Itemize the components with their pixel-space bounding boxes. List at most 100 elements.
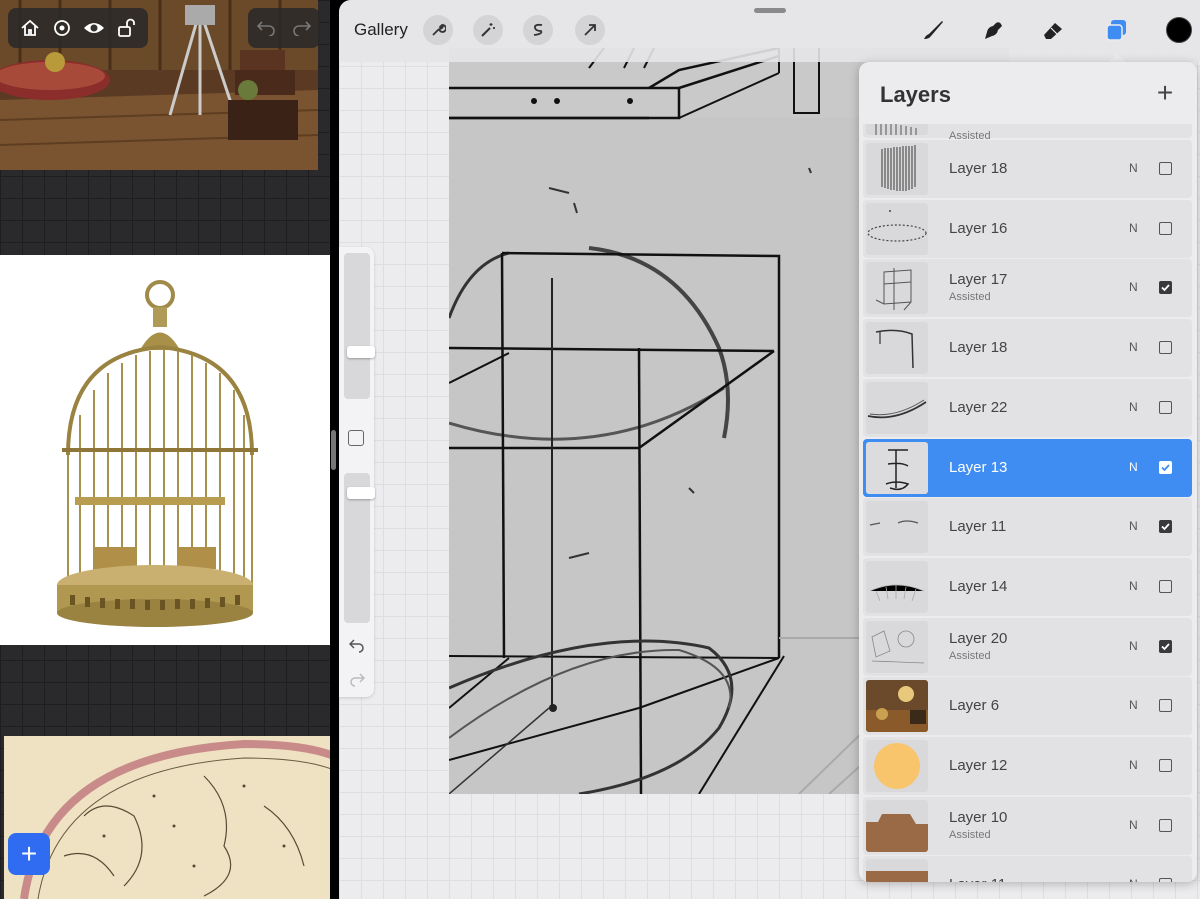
layer-thumbnail[interactable]	[866, 799, 928, 852]
layer-blend-mode[interactable]: N	[1129, 400, 1138, 414]
reference-history-toolbar	[248, 8, 320, 48]
layer-blend-mode[interactable]: N	[1129, 579, 1138, 593]
layer-thumbnail[interactable]	[866, 202, 928, 255]
unlock-icon[interactable]	[113, 15, 139, 41]
reference-image-birdcage[interactable]	[0, 255, 330, 645]
layer-row[interactable]: Layer 12 N	[863, 737, 1192, 795]
layer-thumbnail[interactable]	[866, 322, 928, 375]
settings-icon[interactable]	[49, 15, 75, 41]
layers-list[interactable]: Assisted Layer 18 N Layer 16 N Layer 17 Assis…	[863, 124, 1193, 882]
reference-pane[interactable]: +	[0, 0, 330, 899]
eye-icon[interactable]	[81, 15, 107, 41]
layer-row[interactable]: Layer 18 N	[863, 140, 1192, 198]
layer-thumbnail[interactable]	[866, 680, 928, 733]
layer-row[interactable]: Layer 10 Assisted N	[863, 796, 1192, 855]
layer-blend-mode[interactable]: N	[1129, 161, 1138, 175]
reference-toolbar	[8, 8, 148, 48]
layer-visibility-checkbox[interactable]	[1159, 699, 1172, 713]
layer-name: Layer 6	[949, 697, 1000, 715]
layer-subtitle: Assisted	[949, 649, 991, 662]
transform-arrow-icon[interactable]	[575, 15, 605, 45]
layer-thumbnail[interactable]	[866, 740, 928, 792]
layer-blend-mode[interactable]: N	[1129, 519, 1138, 533]
layer-blend-mode[interactable]: N	[1129, 818, 1138, 832]
layer-thumbnail[interactable]	[866, 143, 928, 195]
layer-thumbnail[interactable]	[866, 501, 928, 554]
layer-visibility-checkbox[interactable]	[1159, 162, 1172, 175]
home-icon[interactable]	[17, 15, 43, 41]
layer-row[interactable]: Layer 18 N	[863, 319, 1192, 378]
add-layer-button[interactable]: +	[1152, 79, 1178, 107]
redo-icon[interactable]	[348, 671, 366, 689]
layer-name: Layer 11	[949, 518, 1007, 536]
gallery-button[interactable]: Gallery	[354, 20, 408, 40]
undo-icon[interactable]	[253, 15, 279, 41]
layer-name: Layer 17	[949, 271, 1008, 289]
layer-name: Layer 16	[949, 219, 1008, 237]
layer-name: Layer 20	[949, 629, 1008, 647]
layer-row[interactable]: Layer 11 N	[863, 856, 1192, 882]
layer-name: Layer 18	[949, 339, 1008, 357]
layer-blend-mode[interactable]: N	[1129, 639, 1138, 653]
layer-row[interactable]: Layer 20 Assisted N	[863, 617, 1192, 676]
layer-row[interactable]: Layer 22 N	[863, 378, 1192, 437]
layer-visibility-checkbox[interactable]	[1159, 221, 1172, 235]
layer-visibility-checkbox[interactable]	[1159, 400, 1172, 414]
brush-sidebar	[339, 247, 375, 697]
layer-thumbnail[interactable]	[866, 381, 928, 434]
magic-wand-icon[interactable]	[473, 15, 503, 45]
layer-thumbnail[interactable]	[866, 441, 928, 494]
window-grabber[interactable]	[754, 8, 786, 13]
layer-row[interactable]: Layer 17 Assisted N	[863, 259, 1192, 318]
layer-visibility-checkbox[interactable]	[1159, 818, 1172, 832]
layer-visibility-checkbox[interactable]	[1159, 759, 1172, 772]
add-reference-button[interactable]: +	[8, 833, 50, 875]
layer-visibility-checkbox[interactable]	[1159, 639, 1172, 653]
modify-square-icon[interactable]	[348, 430, 364, 446]
layer-blend-mode[interactable]: N	[1129, 698, 1138, 712]
layer-name: Layer 11	[949, 876, 1006, 882]
layer-blend-mode[interactable]: N	[1129, 877, 1138, 882]
layer-row[interactable]: Layer 11 N	[863, 498, 1192, 557]
layer-row[interactable]: Layer 13 N	[863, 438, 1192, 497]
brush-icon[interactable]	[917, 14, 949, 46]
layer-blend-mode[interactable]: N	[1129, 460, 1138, 474]
layer-thumbnail[interactable]	[866, 859, 928, 882]
wrench-icon[interactable]	[423, 15, 453, 45]
layer-row[interactable]: Layer 6 N	[863, 677, 1192, 736]
layer-thumbnail[interactable]	[866, 620, 928, 673]
layer-row-partial[interactable]: Assisted	[863, 124, 1192, 142]
layer-thumbnail[interactable]	[866, 262, 928, 315]
layer-visibility-checkbox[interactable]	[1159, 520, 1172, 534]
layer-thumbnail[interactable]	[866, 560, 928, 613]
undo-icon[interactable]	[348, 637, 366, 655]
layer-subtitle: Assisted	[949, 291, 991, 304]
layers-icon[interactable]	[1101, 14, 1133, 46]
split-view-handle[interactable]	[331, 430, 336, 470]
smudge-icon[interactable]	[977, 14, 1009, 46]
opacity-slider[interactable]	[344, 473, 375, 623]
layer-visibility-checkbox[interactable]	[1159, 878, 1172, 882]
selection-icon[interactable]	[523, 15, 553, 45]
layer-visibility-checkbox[interactable]	[1159, 281, 1172, 295]
layer-blend-mode[interactable]: N	[1129, 221, 1138, 235]
layer-blend-mode[interactable]: N	[1129, 758, 1138, 772]
brush-size-thumb[interactable]	[347, 346, 375, 358]
layer-visibility-checkbox[interactable]	[1159, 579, 1172, 593]
layer-visibility-checkbox[interactable]	[1159, 460, 1172, 474]
opacity-thumb[interactable]	[347, 487, 375, 499]
layer-visibility-checkbox[interactable]	[1159, 341, 1172, 355]
color-swatch[interactable]	[1166, 17, 1192, 43]
redo-icon[interactable]	[289, 15, 315, 41]
layer-row[interactable]: Layer 14 N	[863, 557, 1192, 616]
layer-name: Layer 12	[949, 757, 1008, 774]
eraser-icon[interactable]	[1037, 14, 1069, 46]
layer-blend-mode[interactable]: N	[1129, 280, 1138, 294]
brush-size-slider[interactable]	[344, 253, 375, 399]
layer-blend-mode[interactable]: N	[1129, 340, 1138, 354]
layer-row[interactable]: Layer 16 N	[863, 199, 1192, 258]
layer-name: Layer 10	[949, 808, 1008, 826]
layer-name: Layer 18	[949, 160, 1008, 177]
reference-image-star-chart[interactable]	[4, 736, 330, 899]
layer-thumbnail	[866, 124, 928, 135]
